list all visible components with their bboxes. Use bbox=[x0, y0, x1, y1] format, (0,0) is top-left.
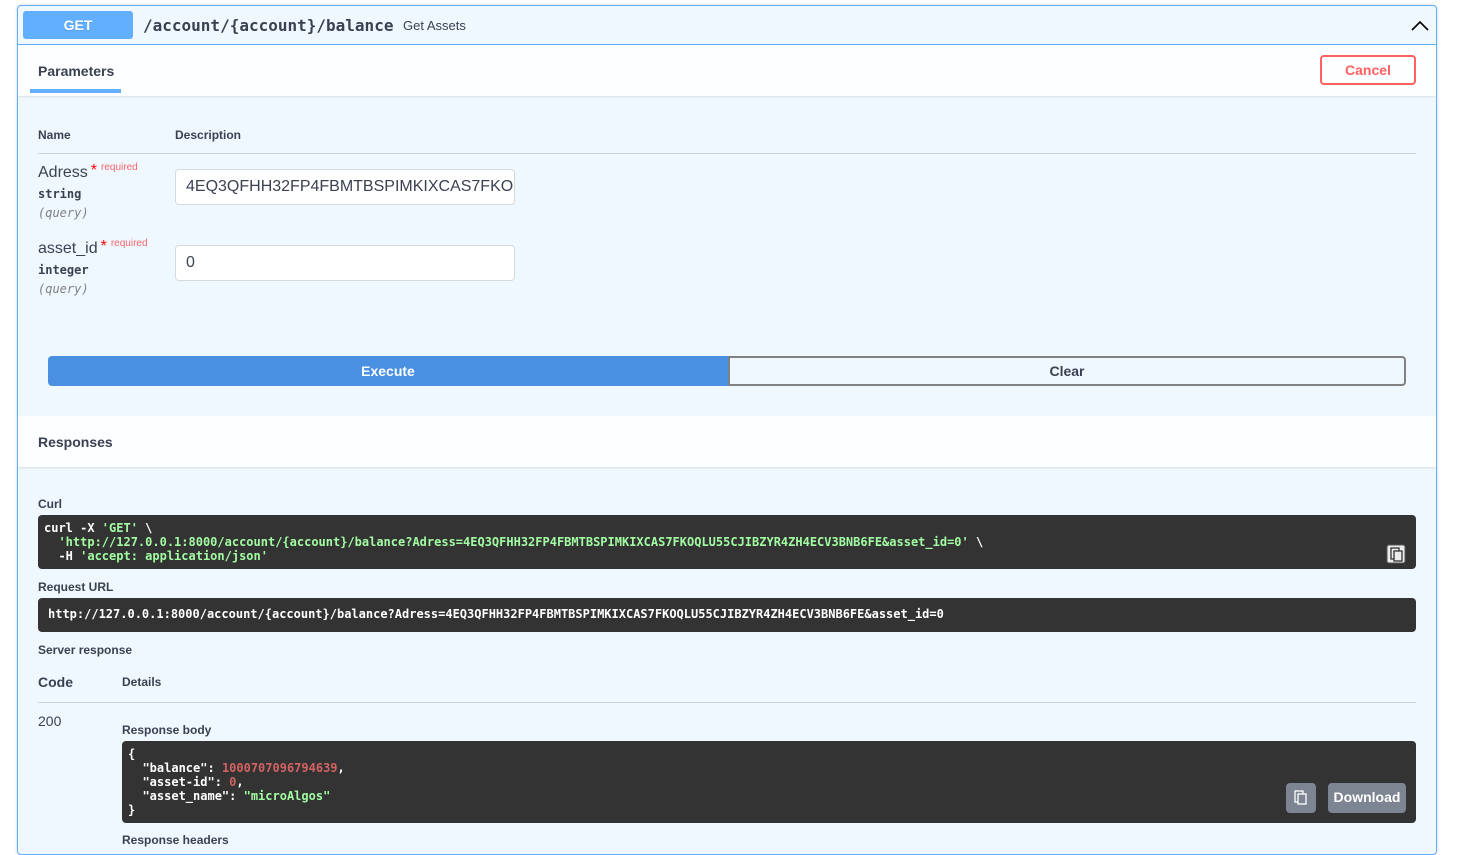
copy-response-button[interactable] bbox=[1286, 783, 1316, 813]
col-name-header: Name bbox=[38, 128, 71, 142]
operation-summary[interactable]: GET /account/{account}/balance Get Asset… bbox=[18, 6, 1436, 45]
parameters-tab[interactable]: Parameters bbox=[38, 63, 114, 79]
cancel-button[interactable]: Cancel bbox=[1320, 55, 1416, 85]
download-button[interactable]: Download bbox=[1328, 783, 1406, 813]
response-headers-label: Response headers bbox=[122, 833, 229, 847]
responses-header: Responses bbox=[18, 416, 1436, 467]
request-url-label: Request URL bbox=[38, 580, 114, 594]
operation-block: GET /account/{account}/balance Get Asset… bbox=[17, 5, 1437, 855]
col-details-header: Details bbox=[122, 675, 162, 689]
response-body-label: Response body bbox=[122, 723, 212, 737]
col-description-header: Description bbox=[175, 128, 242, 142]
param-in-asset-id: (query) bbox=[38, 282, 89, 296]
param-type-asset-id: integer bbox=[38, 263, 89, 277]
adress-input[interactable]: 4EQ3QFHH32FP4FBMTBSPIMKIXCAS7FKOQLU55CJI… bbox=[175, 169, 515, 205]
curl-label: Curl bbox=[38, 497, 62, 511]
param-in-adress: (query) bbox=[38, 206, 89, 220]
parameters-tab-underline bbox=[30, 89, 121, 93]
param-name-asset-id: asset_id * required bbox=[38, 238, 148, 257]
execute-button[interactable]: Execute bbox=[48, 356, 728, 386]
parameters-header: Parameters Cancel bbox=[18, 45, 1436, 96]
endpoint-summary: Get Assets bbox=[403, 18, 466, 33]
method-badge: GET bbox=[23, 11, 133, 39]
endpoint-path[interactable]: /account/{account}/balance bbox=[143, 16, 393, 35]
request-url-value: http://127.0.0.1:8000/account/{account}/… bbox=[38, 598, 1416, 632]
col-code-header: Code bbox=[38, 674, 73, 690]
server-response-label: Server response bbox=[38, 643, 133, 657]
response-body-block: { "balance": 1000707096794639, "asset-id… bbox=[122, 741, 1416, 823]
curl-code-block: curl -X 'GET' \ 'http://127.0.0.1:8000/a… bbox=[38, 515, 1416, 569]
param-type-adress: string bbox=[38, 187, 82, 201]
responses-title: Responses bbox=[38, 434, 113, 450]
chevron-up-icon[interactable] bbox=[1410, 16, 1430, 36]
table-divider bbox=[38, 153, 1416, 154]
param-name-adress: Adress * required bbox=[38, 162, 138, 181]
copy-icon bbox=[1294, 790, 1307, 805]
copy-curl-icon[interactable] bbox=[1386, 544, 1406, 564]
response-code: 200 bbox=[38, 713, 62, 729]
clear-button[interactable]: Clear bbox=[728, 356, 1406, 386]
response-table-divider bbox=[38, 702, 1416, 703]
asset-id-input[interactable]: 0 bbox=[175, 245, 515, 281]
